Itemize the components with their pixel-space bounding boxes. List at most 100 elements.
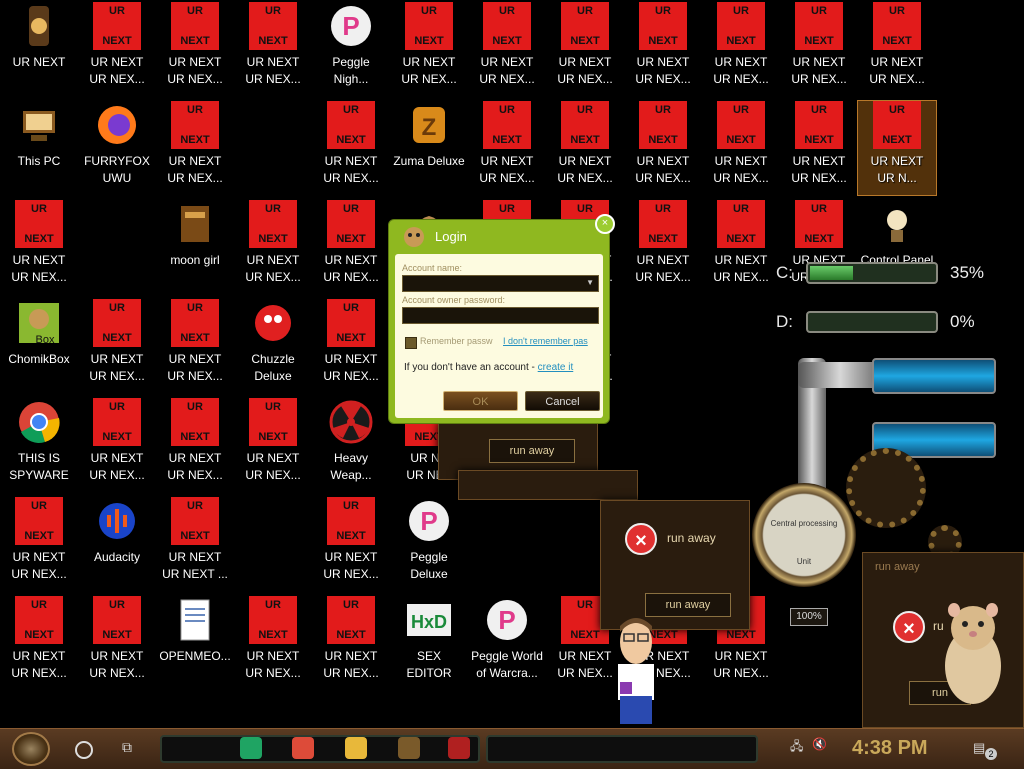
runaway-window-3[interactable]: × run away run away — [600, 500, 750, 630]
svg-text:P: P — [420, 506, 437, 536]
desktop-icon-ur-next[interactable]: UR NEXT UR NEXT UR NEX... — [702, 101, 780, 195]
runaway-button[interactable]: run away — [489, 439, 575, 463]
desktop-icon-ur-next[interactable]: UR NEXT UR NEXT UR NEX... — [468, 101, 546, 195]
desktop-icon[interactable]: OPENMEO... — [156, 596, 234, 690]
chomikbox-icon[interactable] — [398, 737, 420, 759]
ok-button[interactable]: OK — [443, 391, 518, 411]
file-explorer-icon[interactable] — [345, 737, 367, 759]
cancel-button[interactable]: Cancel — [525, 391, 600, 411]
desktop-icon-ur-next[interactable]: UR NEXT UR NEXT UR NEX... — [234, 200, 312, 294]
desktop-icon[interactable]: Heavy Weap... — [312, 398, 390, 492]
desktop-icon[interactable]: Z Zuma Deluxe — [390, 101, 468, 195]
desktop-icon-ur-next[interactable]: UR NEXT UR NEXT UR NEX... — [624, 101, 702, 195]
desktop-icon-ur-next[interactable]: UR NEXT UR NEXT UR NEX... — [312, 497, 390, 591]
desktop-icon-ur-next[interactable]: UR NEXT UR NEXT UR NEX... — [312, 596, 390, 690]
search-icon[interactable] — [75, 741, 93, 759]
desktop-icon-ur-next[interactable]: UR NEXT UR NEXT UR NEX... — [78, 299, 156, 393]
desktop-icon-ur-next[interactable]: UR NEXT UR NEXT UR NEX... — [156, 398, 234, 492]
desktop-icon[interactable]: UR NEXT — [0, 2, 78, 96]
desktop-icon-ur-next[interactable]: UR NEXT UR NEXT UR NEX... — [780, 101, 858, 195]
desktop-icon-ur-next[interactable]: UR NEXT UR NEXT UR NEX... — [0, 200, 78, 294]
desktop-icon-ur-next[interactable]: UR NEXT UR NEXT UR NEX... — [234, 2, 312, 96]
desktop-icon[interactable]: P Peggle Deluxe — [390, 497, 468, 591]
ur-icon-text: UR — [655, 104, 671, 116]
desktop-icon-ur-next[interactable]: UR NEXT UR NEXT UR NEX... — [78, 2, 156, 96]
volume-muted-icon[interactable]: 🔇 — [812, 737, 827, 751]
ur-next-icon: UR NEXT — [93, 299, 141, 347]
desktop-icon-ur-next[interactable]: UR NEXT UR NEXT UR NEX... — [702, 2, 780, 96]
desktop-icon[interactable]: P Peggle Nigh... — [312, 2, 390, 96]
desktop-icon-ur-next[interactable]: UR NEXT UR NEXT UR NEX... — [624, 200, 702, 294]
desktop-icon-ur-next[interactable]: UR NEXT UR NEXT UR NEX... — [0, 497, 78, 591]
desktop-icon-ur-next[interactable]: UR NEXT UR NEXT UR NEX... — [858, 2, 936, 96]
network-icon[interactable]: 🖧 — [790, 737, 803, 758]
ur-next-icon: UR NEXT — [717, 101, 765, 149]
ur-icon-text: UR — [499, 104, 515, 116]
desktop-icon-ur-next[interactable]: UR NEXT UR NEXT UR NEX... — [312, 299, 390, 393]
desktop-icon-ur-next[interactable]: UR NEXT UR NEXT UR NEX... — [0, 596, 78, 690]
desktop-icon-ur-next[interactable]: UR NEXT UR NEXT UR NEX... — [312, 200, 390, 294]
chevron-down-icon[interactable]: ▼ — [586, 278, 594, 287]
desktop-icon[interactable]: moon girl — [156, 200, 234, 294]
ur-icon-text: NEXT — [414, 35, 444, 47]
desktop-icon[interactable]: HxD SEX EDITOR — [390, 596, 468, 690]
account-password-field[interactable] — [402, 307, 599, 324]
remember-checkbox[interactable] — [405, 337, 417, 349]
desktop-icon-ur-next[interactable]: UR NEXT UR NEXT UR NEX... — [234, 596, 312, 690]
create-account-link[interactable]: create it — [538, 362, 574, 373]
runaway-window-2[interactable] — [458, 470, 638, 500]
sheets-icon[interactable] — [240, 737, 262, 759]
ur-icon-text: NEXT — [336, 332, 366, 344]
desktop-icon[interactable]: THIS IS SPYWARE — [0, 398, 78, 492]
desktop-icon-ur-next[interactable]: UR NEXT UR NEXT UR NEX... — [156, 101, 234, 195]
ur-icon-text: UR — [265, 203, 281, 215]
desktop-icon[interactable]: P Peggle World of Warcra... — [468, 596, 546, 690]
ur-next-icon: UR NEXT — [249, 2, 297, 50]
desktop-icon[interactable]: FURRYFOX UWU — [78, 101, 156, 195]
ur-icon-text: NEXT — [336, 233, 366, 245]
ur-next-icon: UR NEXT — [15, 200, 63, 248]
notification-count: 2 — [985, 748, 997, 760]
forgot-password-link[interactable]: I don't remember pas — [503, 336, 588, 346]
clock[interactable]: 4:38 PM — [852, 737, 928, 760]
ur-next-icon: UR NEXT — [171, 2, 219, 50]
ur-next-icon: UR NEXT — [15, 596, 63, 644]
desktop-icon-ur-next[interactable]: UR NEXT UR NEXT UR NEX... — [624, 2, 702, 96]
svg-text:Box: Box — [36, 334, 55, 346]
error-icon: × — [625, 523, 657, 555]
account-name-field[interactable]: ▼ — [402, 275, 599, 292]
ur-next-icon: UR NEXT — [15, 596, 63, 644]
desktop-icon-ur-next[interactable]: UR NEXT UR NEXT UR NEX... — [546, 101, 624, 195]
desktop-icon-ur-next[interactable]: UR NEXT UR NEXT UR NEX... — [78, 596, 156, 690]
ur-next-icon: UR NEXT — [717, 2, 765, 50]
desktop-icon-ur-next[interactable]: UR NEXT UR NEXT UR NEXT ... — [156, 497, 234, 591]
ur-icon-text: UR — [343, 203, 359, 215]
desktop-icon-ur-next[interactable]: UR NEXT UR NEXT UR N... — [857, 100, 937, 196]
desktop-icon-ur-next[interactable]: UR NEXT UR NEXT UR NEX... — [390, 2, 468, 96]
ur-next-icon: UR NEXT — [561, 2, 609, 50]
desktop-icon-ur-next[interactable]: UR NEXT UR NEXT UR NEX... — [780, 2, 858, 96]
desktop-icon-ur-next[interactable]: UR NEXT UR NEXT UR NEX... — [156, 2, 234, 96]
taskbar-slot — [486, 735, 758, 763]
start-button[interactable] — [12, 732, 50, 766]
desktop-icon-label: UR NEXT UR NEX... — [89, 352, 145, 383]
ur-icon-text: UR — [499, 203, 515, 215]
desktop-icon[interactable]: Audacity — [78, 497, 156, 591]
desktop-icon-ur-next[interactable]: UR NEXT UR NEXT UR NEX... — [702, 200, 780, 294]
ur-icon-text: NEXT — [570, 134, 600, 146]
ur-next-icon: UR NEXT — [93, 596, 141, 644]
steampunk-app-icon[interactable] — [448, 737, 470, 759]
desktop-icon-ur-next[interactable]: UR NEXT UR NEXT UR NEX... — [312, 101, 390, 195]
desktop-icon-ur-next[interactable]: UR NEXT UR NEXT UR NEX... — [546, 2, 624, 96]
close-icon[interactable]: × — [595, 214, 615, 234]
chrome-icon[interactable] — [292, 737, 314, 759]
desktop-icon-ur-next[interactable]: UR NEXT UR NEXT UR NEX... — [468, 2, 546, 96]
desktop-icon[interactable]: Chuzzle Deluxe — [234, 299, 312, 393]
desktop-icon-ur-next[interactable]: UR NEXT UR NEXT UR NEX... — [78, 398, 156, 492]
desktop-icon-ur-next[interactable]: UR NEXT UR NEXT UR NEX... — [156, 299, 234, 393]
desktop-icon-ur-next[interactable]: UR NEXT UR NEXT UR NEX... — [234, 398, 312, 492]
ur-icon-text: UR — [577, 599, 593, 611]
desktop-icon[interactable]: This PC — [0, 101, 78, 195]
desktop-icon[interactable]: Box ChomikBox — [0, 299, 78, 393]
task-view-icon[interactable]: ⧉ — [122, 740, 138, 754]
